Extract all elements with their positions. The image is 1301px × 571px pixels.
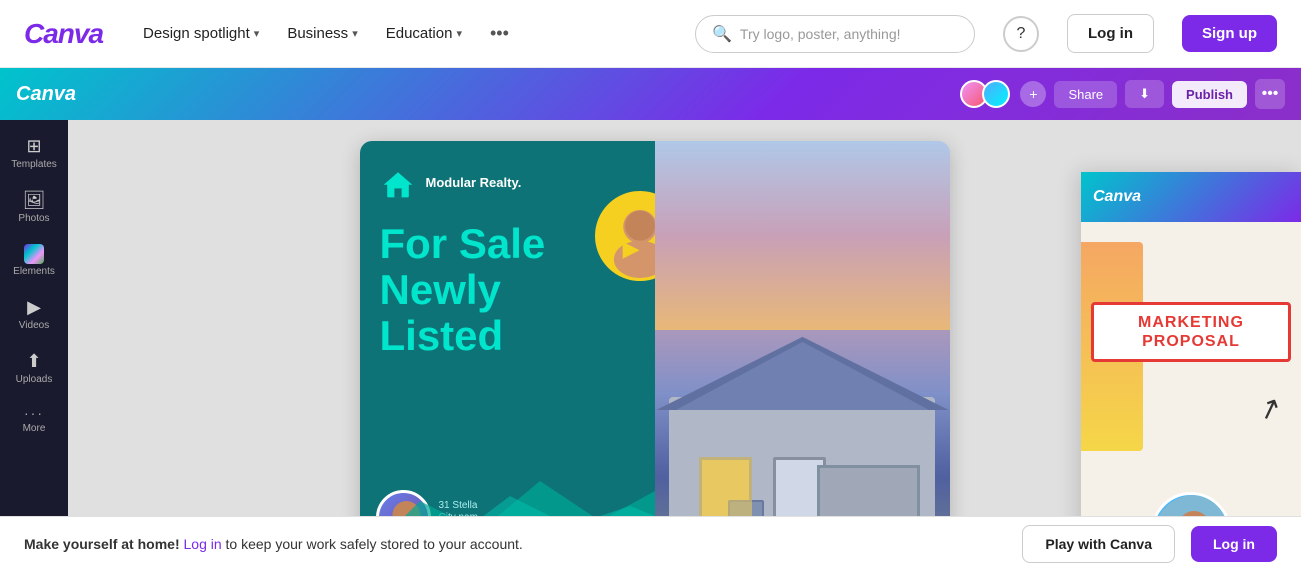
uploads-icon: ⬆ (26, 351, 41, 372)
publish-button[interactable]: Publish (1172, 81, 1247, 108)
editor-topbar: Canva + Share ⬇ Publish ••• (0, 68, 1301, 120)
second-card-logo: Canva (1093, 188, 1141, 206)
canvas-main[interactable]: Modular Realty. For Sale Newly Listed (68, 120, 1301, 571)
sidebar-label-more: More (23, 423, 46, 434)
chevron-down-icon: ▾ (254, 27, 260, 40)
chevron-down-icon: ▾ (352, 27, 358, 40)
editor-frame: Canva + Share ⬇ Publish ••• (0, 68, 1301, 571)
add-collaborator-button[interactable]: + (1020, 81, 1046, 107)
videos-icon: ▶ (27, 297, 41, 318)
sidebar-item-elements[interactable]: Elements (5, 236, 63, 285)
cursor-icon: ▶ (623, 236, 640, 262)
sidebar-item-templates[interactable]: ⊞ Templates (5, 128, 63, 178)
top-navigation: Canva Design spotlight ▾ Business ▾ Educ… (0, 0, 1301, 68)
design-card-realestate: Modular Realty. For Sale Newly Listed (360, 141, 950, 561)
banner-message: Make yourself at home! Log in to keep yo… (24, 536, 1006, 552)
publish-label: Publish (1186, 87, 1233, 102)
signup-button[interactable]: Sign up (1182, 15, 1277, 52)
chevron-down-icon: ▾ (456, 27, 462, 40)
photos-icon: 🖼 (23, 190, 46, 211)
house-brand-icon (380, 165, 416, 201)
more-dots-sidebar-icon: ··· (24, 405, 44, 421)
canva-logo[interactable]: Canva (24, 18, 103, 50)
sidebar-item-photos[interactable]: 🖼 Photos (5, 182, 63, 232)
search-placeholder: Try logo, poster, anything! (740, 26, 901, 42)
card-right-photo (655, 141, 950, 561)
card-left-panel: Modular Realty. For Sale Newly Listed (360, 141, 655, 561)
search-icon: 🔍 (712, 24, 732, 44)
templates-icon: ⊞ (26, 136, 41, 157)
nav-design-spotlight[interactable]: Design spotlight ▾ (131, 17, 271, 50)
sidebar-label-videos: Videos (19, 320, 49, 331)
sidebar-label-uploads: Uploads (16, 374, 53, 385)
share-label: Share (1068, 87, 1103, 102)
sidebar-item-videos[interactable]: ▶ Videos (5, 289, 63, 339)
help-button[interactable]: ? (1003, 16, 1039, 52)
sidebar-label-elements: Elements (13, 266, 55, 277)
marketing-title-line2: PROPOSAL (1100, 332, 1282, 351)
sidebar-item-more[interactable]: ··· More (5, 397, 63, 442)
banner-login-button[interactable]: Log in (1191, 526, 1277, 562)
sidebar-label-photos: Photos (18, 213, 49, 224)
play-with-canva-button[interactable]: Play with Canva (1022, 525, 1175, 563)
brand-name: Modular Realty. (426, 175, 522, 191)
nav-education[interactable]: Education ▾ (374, 17, 474, 50)
elements-color-icon (24, 244, 44, 264)
banner-normal-text: Log in to keep your work safely stored t… (184, 536, 523, 552)
avatar-2 (982, 80, 1010, 108)
login-button[interactable]: Log in (1067, 14, 1154, 53)
marketing-title-line1: MARKETING (1100, 313, 1282, 332)
nav-business[interactable]: Business ▾ (275, 17, 369, 50)
banner-login-link[interactable]: Log in (184, 536, 222, 552)
house-exterior-photo (655, 141, 950, 561)
nav-more-button[interactable]: ••• (478, 15, 521, 52)
editor-topbar-right: + Share ⬇ Publish ••• (960, 79, 1285, 109)
brand-logo: Modular Realty. (380, 165, 635, 201)
nav-links: Design spotlight ▾ Business ▾ Education … (131, 15, 667, 52)
marketing-proposal-box: MARKETING PROPOSAL (1091, 302, 1291, 362)
bottom-banner: Make yourself at home! Log in to keep yo… (0, 516, 1301, 571)
second-card-marketing: Canva MARKETING PROPOSAL ↗ (1081, 172, 1301, 571)
download-button[interactable]: ⬇ (1125, 80, 1164, 108)
second-card-header: Canva (1081, 172, 1301, 222)
more-dots-icon: ••• (1262, 85, 1279, 103)
collaborator-avatars (960, 80, 1010, 108)
canvas-wrapper: Canva + Share ⬇ Publish ••• (0, 68, 1301, 571)
share-button[interactable]: Share (1054, 81, 1117, 108)
banner-bold-text: Make yourself at home! (24, 536, 180, 552)
download-icon: ⬇ (1139, 86, 1150, 102)
editor-canva-logo[interactable]: Canva (16, 83, 76, 106)
editor-more-button[interactable]: ••• (1255, 79, 1285, 109)
arrow-decoration: ↗ (1253, 389, 1286, 428)
sidebar-label-templates: Templates (11, 159, 57, 170)
editor-sidebar: ⊞ Templates 🖼 Photos Elements ▶ Videos ⬆… (0, 120, 68, 571)
sidebar-item-uploads[interactable]: ⬆ Uploads (5, 343, 63, 393)
search-bar[interactable]: 🔍 Try logo, poster, anything! (695, 15, 975, 53)
